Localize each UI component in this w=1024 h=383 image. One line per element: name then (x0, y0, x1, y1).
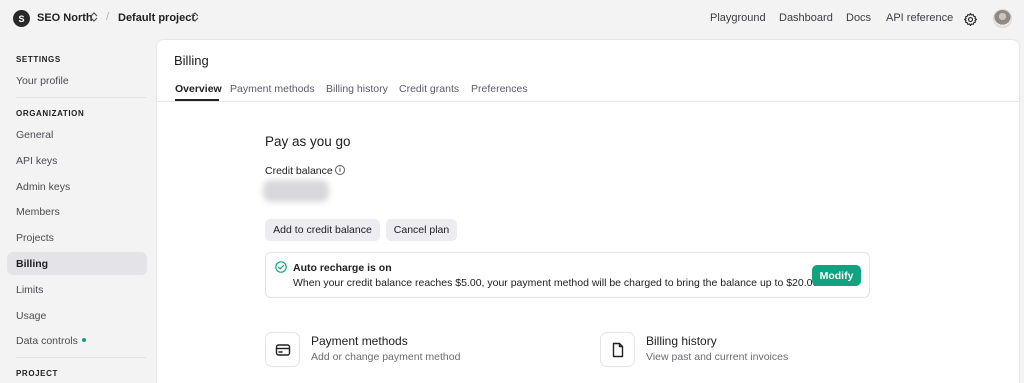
sidebar-item-members[interactable]: Members (16, 206, 60, 218)
sidebar-item-api-keys[interactable]: API keys (16, 155, 57, 167)
top-bar: S SEO North / Default project Playground… (0, 0, 1024, 38)
settings-gear-icon[interactable] (961, 10, 979, 28)
nav-api-reference[interactable]: API reference (886, 12, 953, 24)
auto-recharge-card: Auto recharge is on When your credit bal… (265, 252, 870, 298)
cancel-plan-button[interactable]: Cancel plan (386, 219, 457, 241)
sidebar-item-data-controls[interactable]: Data controls (16, 335, 86, 347)
sidebar-item-admin-keys[interactable]: Admin keys (16, 181, 70, 193)
org-switcher-label[interactable]: SEO North (37, 12, 93, 24)
modify-auto-recharge-button[interactable]: Modify (812, 265, 861, 286)
sidebar-divider (16, 97, 146, 98)
payment-methods-card-title: Payment methods (311, 334, 408, 348)
billing-history-card-title: Billing history (646, 334, 717, 348)
sidebar-divider (16, 357, 146, 358)
project-switcher-label[interactable]: Default project (118, 12, 195, 24)
add-to-credit-balance-button[interactable]: Add to credit balance (265, 219, 380, 241)
nav-docs[interactable]: Docs (846, 12, 871, 24)
credit-card-icon (265, 332, 300, 367)
sidebar-item-general[interactable]: General (16, 129, 53, 141)
credit-balance-value-redacted (263, 180, 329, 202)
page-title: Billing (174, 53, 209, 68)
nav-dashboard[interactable]: Dashboard (779, 12, 833, 24)
sidebar-item-limits[interactable]: Limits (16, 284, 43, 296)
payment-methods-card-description: Add or change payment method (311, 351, 461, 363)
info-icon[interactable]: i (335, 165, 345, 175)
credit-balance-label: Credit balance (265, 165, 333, 177)
sidebar-item-data-controls-label: Data controls (16, 335, 78, 347)
status-dot-icon (81, 338, 86, 343)
auto-recharge-title: Auto recharge is on (293, 262, 392, 274)
tab-overview[interactable]: Overview (175, 83, 222, 95)
breadcrumb-separator: / (106, 11, 110, 23)
auto-recharge-description: When your credit balance reaches $5.00, … (293, 277, 822, 289)
sidebar-heading-project: PROJECT (16, 369, 58, 378)
document-icon (600, 332, 635, 367)
tab-payment-methods[interactable]: Payment methods (230, 83, 315, 95)
billing-history-card-description: View past and current invoices (646, 351, 789, 363)
org-switcher-chevron-icon[interactable] (90, 12, 98, 24)
tab-credit-grants[interactable]: Credit grants (399, 83, 459, 95)
project-switcher-chevron-icon[interactable] (191, 12, 199, 24)
sidebar-heading-organization: ORGANIZATION (16, 109, 85, 118)
tabs-divider (157, 101, 1019, 102)
sidebar-item-billing[interactable]: Billing (16, 258, 48, 270)
tab-preferences[interactable]: Preferences (471, 83, 528, 95)
nav-playground[interactable]: Playground (710, 12, 766, 24)
sidebar-item-projects[interactable]: Projects (16, 232, 54, 244)
org-avatar[interactable]: S (13, 10, 30, 27)
tab-billing-history[interactable]: Billing history (326, 83, 388, 95)
sidebar-item-your-profile[interactable]: Your profile (16, 75, 69, 87)
sidebar-item-usage[interactable]: Usage (16, 310, 46, 322)
user-avatar[interactable] (993, 9, 1012, 28)
sidebar-heading-settings: SETTINGS (16, 55, 61, 64)
main-panel: Billing Overview Payment methods Billing… (156, 39, 1020, 383)
plan-title: Pay as you go (265, 134, 351, 149)
check-circle-icon (275, 261, 287, 273)
